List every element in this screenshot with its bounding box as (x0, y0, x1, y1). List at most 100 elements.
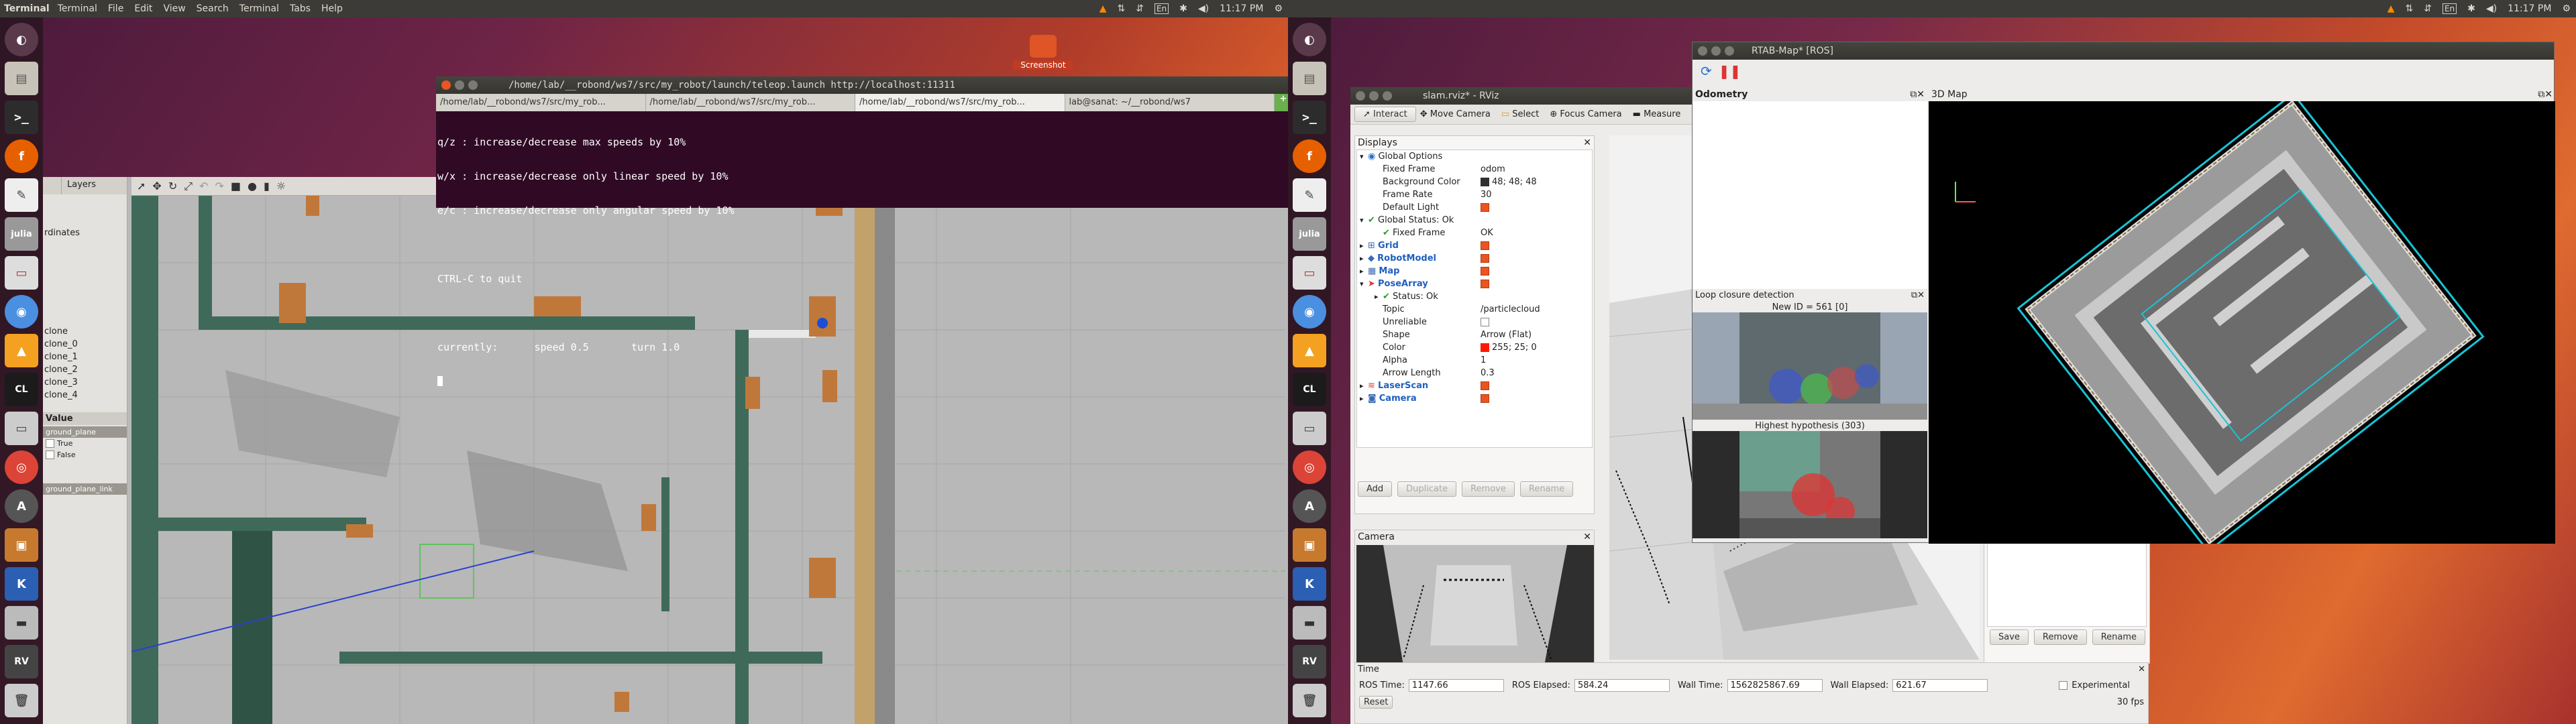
expand-arrow-icon[interactable]: ▾ (1360, 152, 1368, 161)
checkbox[interactable] (1481, 394, 1489, 403)
display-row[interactable]: ▸ ✔ Status: Ok (1357, 290, 1592, 303)
vlc-tray-icon[interactable]: ▲ (1099, 3, 1107, 14)
terminal-titlebar[interactable]: /home/lab/__robond/ws7/src/my_robot/laun… (436, 76, 1288, 94)
screenshot-desktop-icon[interactable]: Screenshot (1013, 35, 1073, 78)
checkbox[interactable] (46, 450, 54, 459)
select-tool[interactable]: ▭ Select (1501, 109, 1540, 119)
julia-icon[interactable]: julia (1293, 217, 1326, 251)
chrome-icon[interactable]: ◎ (5, 450, 38, 484)
dropbox-icon[interactable]: ⇅ (2405, 3, 2413, 14)
clock[interactable]: 11:17 PM (1220, 3, 1263, 14)
maximize-icon[interactable] (1725, 46, 1734, 56)
close-icon[interactable]: ✕ (1583, 137, 1591, 148)
clion-icon[interactable]: CL (5, 373, 38, 406)
display-value[interactable]: 30 (1481, 190, 1492, 200)
terminal-output[interactable]: q/z : increase/decrease max speeds by 10… (436, 111, 1288, 412)
display-row[interactable]: Alpha 1 (1357, 354, 1592, 367)
rviz-icon[interactable]: RV (5, 645, 38, 678)
menu-item[interactable]: Search (197, 3, 229, 14)
display-row[interactable]: ▸ ◆ RobotModel (1357, 252, 1592, 265)
display-value[interactable]: Arrow (Flat) (1481, 330, 1532, 340)
vlc-icon[interactable]: ▲ (1293, 334, 1326, 367)
list-item[interactable]: clone_4 (44, 389, 127, 402)
menu-item[interactable]: View (163, 3, 185, 14)
keyboard-indicator[interactable]: En (2442, 3, 2457, 14)
display-row[interactable]: ▸ ⊞ Grid (1357, 239, 1592, 252)
display-row[interactable]: Topic/particlecloud (1357, 303, 1592, 316)
close-icon[interactable] (1356, 91, 1365, 101)
remove-button[interactable]: Remove (1462, 481, 1515, 497)
sphere-icon[interactable]: ● (248, 180, 257, 192)
keyboard-indicator[interactable]: En (1154, 3, 1169, 14)
menu-item[interactable]: Edit (134, 3, 152, 14)
checkbox[interactable] (46, 439, 54, 448)
wall-elapsed-field[interactable]: 621.67 (1892, 679, 1988, 692)
experimental-checkbox[interactable] (2059, 681, 2068, 690)
dash-icon[interactable]: ◐ (5, 23, 38, 56)
display-row[interactable]: ▸ ▦ Map (1357, 265, 1592, 278)
reset-button[interactable]: Reset (1359, 696, 1393, 709)
3d-map-view[interactable] (1929, 101, 2555, 544)
rename-button[interactable]: Rename (2092, 629, 2146, 645)
undo-icon[interactable]: ↶ (199, 180, 208, 192)
bluetooth-icon[interactable]: ✱ (2467, 3, 2475, 14)
property-row[interactable]: ground_plane_link (43, 483, 127, 495)
list-item[interactable]: clone_1 (44, 351, 127, 363)
package-icon[interactable]: ▣ (5, 528, 38, 562)
display-value[interactable]: 48; 48; 48 (1492, 177, 1537, 187)
checkbox[interactable] (1481, 280, 1489, 288)
dock-buttons-icon[interactable]: ⧉✕ (1910, 89, 1925, 100)
wall-time-field[interactable]: 1562825867.69 (1727, 679, 1823, 692)
app-menu[interactable]: Terminal File Edit View Search Terminal … (58, 3, 354, 14)
vlc-icon[interactable]: ▲ (5, 334, 38, 367)
gear-icon[interactable]: ⚙ (1274, 3, 1283, 14)
dock-buttons-icon[interactable]: ⧉✕ (2538, 89, 2553, 100)
firefox-icon[interactable]: f (5, 139, 38, 173)
measure-tool[interactable]: ▬ Measure (1633, 109, 1681, 119)
rename-button[interactable]: Rename (1519, 481, 1574, 497)
duplicate-button[interactable]: Duplicate (1397, 481, 1457, 497)
terminal-tab[interactable]: /home/lab/__robond/ws7/src/my_rob... (855, 94, 1065, 111)
box-icon[interactable]: ■ (231, 180, 241, 192)
atom-icon[interactable]: A (5, 489, 38, 523)
redo-icon[interactable]: ↷ (215, 180, 223, 192)
dock-buttons-icon[interactable]: ⧉✕ (1911, 290, 1925, 301)
display-row[interactable]: ✔ Fixed Frame OK (1357, 227, 1592, 239)
close-icon[interactable]: ✕ (2138, 664, 2145, 675)
menu-item[interactable]: Terminal (239, 3, 279, 14)
new-image[interactable] (1693, 312, 1927, 420)
menu-item[interactable]: Help (321, 3, 343, 14)
expand-arrow-icon[interactable]: ▸ (1360, 381, 1368, 390)
tab-world[interactable] (43, 177, 62, 194)
display-row[interactable]: ▸ ◙ Camera (1357, 392, 1592, 405)
app-icon[interactable]: ▭ (5, 256, 38, 290)
dash-icon[interactable]: ◐ (1293, 23, 1326, 56)
display-row[interactable]: ▾ ◉ Global Options (1357, 150, 1592, 163)
chromium-icon[interactable]: ◉ (5, 295, 38, 328)
trash-icon[interactable]: 🗑 (5, 684, 38, 717)
tab-layers[interactable]: Layers (62, 177, 101, 194)
display-row[interactable]: ▾ ✔ Global Status: Ok (1357, 214, 1592, 227)
clock[interactable]: 11:17 PM (2508, 3, 2551, 14)
expand-arrow-icon[interactable]: ▸ (1360, 241, 1368, 250)
display-row[interactable]: Shape Arrow (Flat) (1357, 328, 1592, 341)
checkbox[interactable] (1481, 318, 1489, 326)
cylinder-icon[interactable]: ▮ (264, 180, 270, 192)
minimize-icon[interactable] (455, 80, 464, 90)
atom-icon[interactable]: A (1293, 489, 1326, 523)
minimize-icon[interactable] (1711, 46, 1721, 56)
trash-icon[interactable]: 🗑 (1293, 684, 1326, 717)
display-row[interactable]: Unreliable (1357, 316, 1592, 328)
display-row[interactable]: Arrow Length 0.3 (1357, 367, 1592, 379)
display-value[interactable]: /particlecloud (1481, 304, 1540, 314)
list-item[interactable]: clone_3 (44, 376, 127, 389)
checkbox[interactable] (1481, 381, 1489, 390)
property-row[interactable]: False (43, 449, 127, 461)
new-tab-icon[interactable]: + (1275, 94, 1288, 111)
hypothesis-image[interactable] (1693, 431, 1927, 538)
terminal-icon[interactable]: >_ (5, 101, 38, 134)
menu-item[interactable]: Terminal (58, 3, 97, 14)
display-row[interactable]: ▸ ≋ LaserScan (1357, 379, 1592, 392)
add-button[interactable]: Add (1358, 481, 1393, 497)
sun-icon[interactable]: ☼ (276, 180, 286, 192)
